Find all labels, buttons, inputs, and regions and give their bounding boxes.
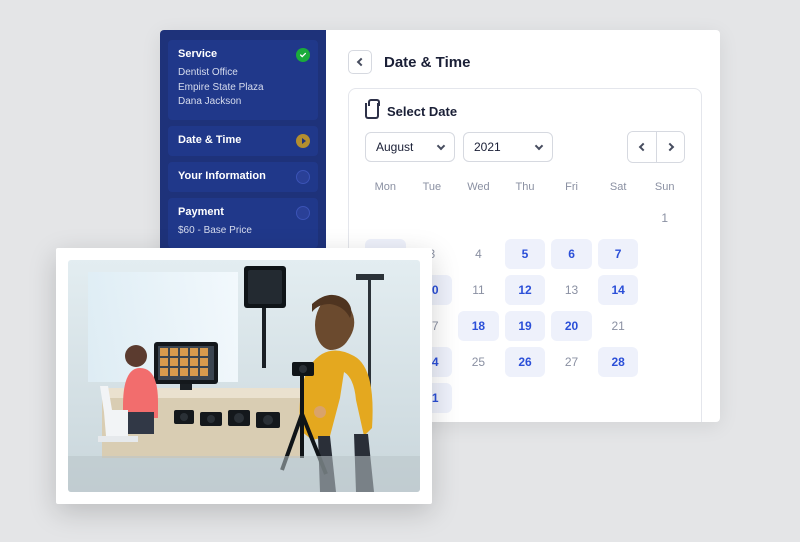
weekday-label: Wed bbox=[458, 177, 499, 197]
calendar-day[interactable]: 19 bbox=[505, 311, 546, 341]
step-datetime[interactable]: Date & Time bbox=[168, 126, 318, 156]
step-title: Payment bbox=[178, 206, 308, 218]
calendar-empty bbox=[365, 203, 406, 233]
calendar-day[interactable]: 14 bbox=[598, 275, 639, 305]
calendar-empty bbox=[505, 203, 546, 233]
chevron-left-icon bbox=[357, 58, 365, 66]
calendar-empty bbox=[644, 239, 685, 269]
weekday-label: Mon bbox=[365, 177, 406, 197]
clipboard-icon bbox=[365, 103, 379, 119]
calendar-day[interactable]: 28 bbox=[598, 347, 639, 377]
arrow-right-icon bbox=[296, 134, 310, 148]
calendar-day: 21 bbox=[598, 311, 639, 341]
photo-card bbox=[56, 248, 432, 504]
step-title: Service bbox=[178, 48, 308, 60]
back-button[interactable] bbox=[348, 50, 372, 74]
calendar-nav bbox=[627, 131, 685, 163]
weekday-label: Sat bbox=[598, 177, 639, 197]
step-title: Your Information bbox=[178, 170, 308, 182]
step-details: $60 - Base Price bbox=[178, 224, 308, 239]
calendar-day[interactable]: 5 bbox=[505, 239, 546, 269]
calendar-empty bbox=[458, 383, 499, 413]
panel-title: Select Date bbox=[387, 104, 457, 119]
prev-month-button[interactable] bbox=[628, 132, 656, 162]
calendar-day[interactable]: 26 bbox=[505, 347, 546, 377]
calendar-empty bbox=[644, 347, 685, 377]
calendar-empty bbox=[458, 203, 499, 233]
calendar-day[interactable]: 7 bbox=[598, 239, 639, 269]
calendar-empty bbox=[551, 203, 592, 233]
next-month-button[interactable] bbox=[656, 132, 684, 162]
calendar-day: 13 bbox=[551, 275, 592, 305]
calendar-empty bbox=[412, 203, 453, 233]
calendar-empty bbox=[598, 383, 639, 413]
weekday-label: Thu bbox=[505, 177, 546, 197]
calendar-empty bbox=[644, 311, 685, 341]
check-icon bbox=[296, 48, 310, 62]
calendar-controls: August 2021 bbox=[365, 131, 685, 163]
weekday-label: Fri bbox=[551, 177, 592, 197]
circle-icon bbox=[296, 170, 310, 184]
weekday-label: Sun bbox=[644, 177, 685, 197]
calendar-empty bbox=[644, 275, 685, 305]
step-service[interactable]: Service Dentist Office Empire State Plaz… bbox=[168, 40, 318, 120]
calendar-empty bbox=[644, 383, 685, 413]
calendar-empty bbox=[598, 203, 639, 233]
photo-image bbox=[68, 260, 420, 492]
chevron-right-icon bbox=[665, 143, 673, 151]
month-select[interactable]: August bbox=[365, 132, 455, 162]
calendar-day: 4 bbox=[458, 239, 499, 269]
calendar-day[interactable]: 18 bbox=[458, 311, 499, 341]
page-title: Date & Time bbox=[384, 54, 470, 71]
chevron-down-icon bbox=[437, 142, 445, 150]
weekday-label: Tue bbox=[412, 177, 453, 197]
step-payment[interactable]: Payment $60 - Base Price bbox=[168, 198, 318, 249]
calendar-day: 25 bbox=[458, 347, 499, 377]
calendar-empty bbox=[551, 383, 592, 413]
calendar-empty bbox=[505, 383, 546, 413]
chevron-down-icon bbox=[535, 142, 543, 150]
calendar-day: 11 bbox=[458, 275, 499, 305]
page-header: Date & Time bbox=[348, 50, 702, 74]
step-details: Dentist Office Empire State Plaza Dana J… bbox=[178, 66, 308, 110]
circle-icon bbox=[296, 206, 310, 220]
calendar-day: 27 bbox=[551, 347, 592, 377]
calendar-day[interactable]: 20 bbox=[551, 311, 592, 341]
chevron-left-icon bbox=[639, 143, 647, 151]
calendar-day: 1 bbox=[644, 203, 685, 233]
calendar-day[interactable]: 6 bbox=[551, 239, 592, 269]
year-select[interactable]: 2021 bbox=[463, 132, 553, 162]
panel-header: Select Date bbox=[365, 103, 685, 119]
calendar-weekdays: Mon TueWed ThuFri SatSun bbox=[365, 177, 685, 197]
step-your-info[interactable]: Your Information bbox=[168, 162, 318, 192]
calendar-day[interactable]: 12 bbox=[505, 275, 546, 305]
step-title: Date & Time bbox=[178, 134, 308, 146]
